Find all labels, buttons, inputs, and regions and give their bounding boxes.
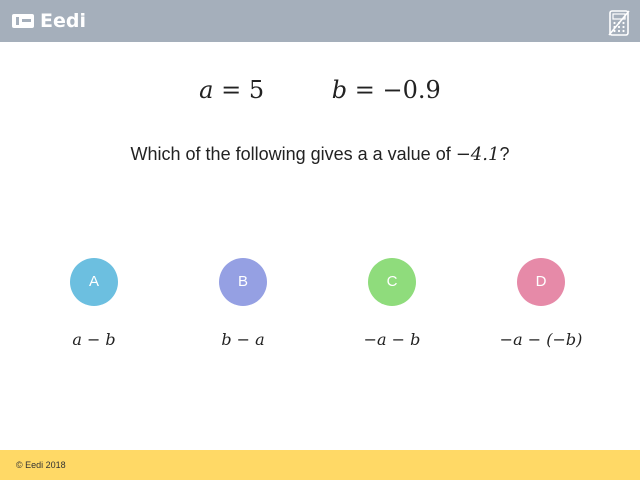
option-a-badge[interactable]: A bbox=[70, 258, 118, 306]
a-variable: a bbox=[199, 76, 214, 104]
a-value: 5 bbox=[248, 76, 265, 104]
page: Eedi a = 5 b = −0.9 Which of the followi… bbox=[0, 0, 640, 480]
option-c-badge[interactable]: C bbox=[368, 258, 416, 306]
option-b-badge[interactable]: B bbox=[219, 258, 267, 306]
b-value: −0.9 bbox=[382, 76, 441, 104]
option-c[interactable]: C −a − b bbox=[322, 258, 462, 349]
option-b[interactable]: B b − a bbox=[173, 258, 313, 349]
a-equation: a = 5 bbox=[199, 76, 264, 104]
header-bar: Eedi bbox=[0, 0, 640, 42]
option-a[interactable]: A a − b bbox=[24, 258, 164, 349]
b-variable: b bbox=[331, 76, 348, 104]
option-b-answer[interactable]: b − a bbox=[173, 330, 313, 349]
b-equals-sign: = bbox=[354, 76, 375, 104]
b-equation: b = −0.9 bbox=[332, 76, 441, 104]
copyright-text: © Eedi 2018 bbox=[16, 460, 66, 470]
footer-bar: © Eedi 2018 bbox=[0, 450, 640, 480]
given-values: a = 5 b = −0.9 bbox=[0, 76, 640, 104]
option-c-answer[interactable]: −a − b bbox=[322, 330, 462, 349]
question-mark: ? bbox=[499, 144, 510, 164]
question-stem: Which of the following gives a a value o… bbox=[130, 144, 456, 164]
question-text: Which of the following gives a a value o… bbox=[0, 144, 640, 165]
eedi-logo-icon bbox=[12, 14, 34, 28]
eedi-logo[interactable]: Eedi bbox=[12, 10, 86, 32]
option-d[interactable]: D −a − (−b) bbox=[471, 258, 611, 349]
a-equals-sign: = bbox=[221, 76, 242, 104]
question-target-value: −4.1 bbox=[455, 144, 500, 165]
calculator-disabled-icon[interactable] bbox=[608, 10, 630, 36]
logo-text: Eedi bbox=[40, 10, 86, 32]
option-d-badge[interactable]: D bbox=[517, 258, 565, 306]
option-a-answer[interactable]: a − b bbox=[24, 330, 164, 349]
option-d-answer[interactable]: −a − (−b) bbox=[471, 330, 611, 349]
